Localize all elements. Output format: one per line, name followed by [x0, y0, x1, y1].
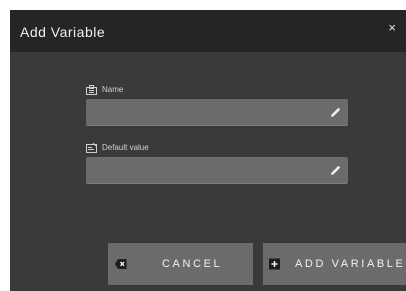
name-tag-icon	[86, 85, 97, 95]
pencil-icon[interactable]	[330, 106, 342, 118]
close-icon[interactable]: ×	[388, 20, 396, 35]
default-value-icon	[86, 143, 97, 153]
dialog-titlebar: Add Variable ×	[10, 10, 406, 52]
default-value-input[interactable]	[86, 157, 324, 183]
cancel-button[interactable]: CANCEL	[108, 243, 253, 285]
default-value-field-label: Default value	[86, 143, 149, 153]
name-input[interactable]	[86, 99, 324, 125]
add-variable-dialog: Add Variable × Name Default value CANCEL…	[10, 10, 406, 291]
add-variable-button[interactable]: ADD VARIABLE	[263, 243, 406, 285]
default-value-label-text: Default value	[102, 143, 149, 152]
cancel-label: CANCEL	[162, 258, 223, 270]
name-field[interactable]	[86, 99, 348, 126]
default-value-field[interactable]	[86, 157, 348, 184]
name-label-text: Name	[102, 85, 124, 94]
dialog-title: Add Variable	[20, 24, 106, 40]
pencil-icon[interactable]	[330, 164, 342, 176]
name-field-label: Name	[86, 85, 123, 95]
backspace-icon	[115, 259, 127, 269]
plus-box-icon	[269, 258, 280, 270]
add-variable-label: ADD VARIABLE	[295, 258, 406, 270]
